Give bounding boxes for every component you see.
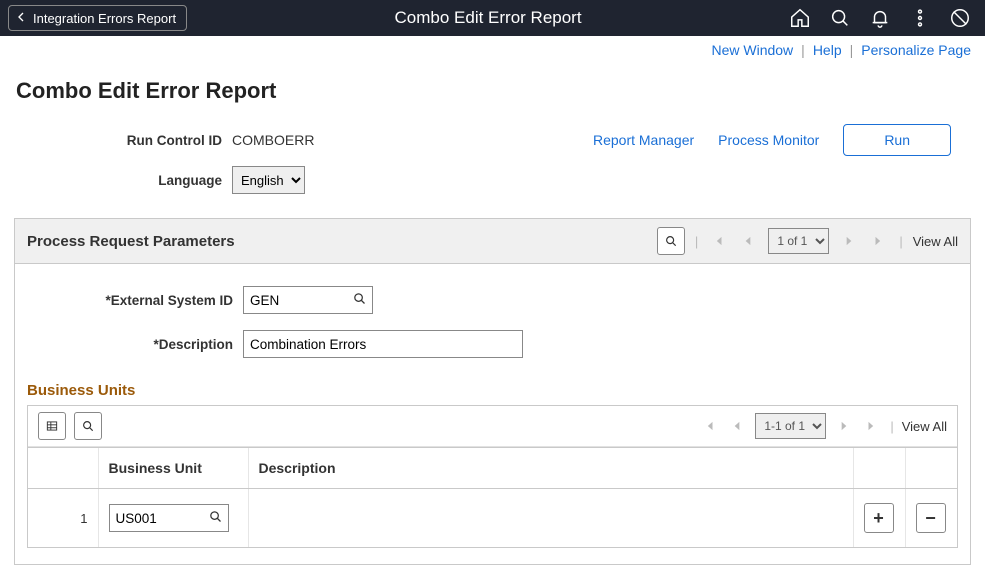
desc-row: *Description (15, 322, 970, 366)
run-control-label: Run Control ID (16, 133, 232, 148)
personalize-link[interactable]: Personalize Page (861, 42, 971, 58)
grid-view-all[interactable]: View All (902, 419, 947, 434)
table-row: 1 + − (28, 489, 957, 548)
grid-pager[interactable]: 1-1 of 1 (755, 413, 826, 439)
process-monitor-link[interactable]: Process Monitor (718, 132, 819, 148)
run-control-value: COMBOERR (232, 132, 314, 148)
grid-next-icon (834, 416, 854, 436)
row-description (248, 489, 853, 548)
grid-first-icon (699, 416, 719, 436)
chevron-left-icon (13, 9, 29, 28)
desc-input[interactable] (243, 330, 523, 358)
language-label: Language (16, 173, 232, 188)
section-header: Process Request Parameters | 1 of 1 | Vi… (15, 219, 970, 264)
language-select[interactable]: English (232, 166, 305, 194)
actions-icon[interactable] (909, 7, 931, 29)
page-heading: Combo Edit Error Report (0, 58, 985, 122)
grid-find-icon[interactable] (74, 412, 102, 440)
divider: | (801, 42, 805, 58)
help-link[interactable]: Help (813, 42, 842, 58)
desc-label: *Description (27, 337, 243, 352)
grid-prev-icon (727, 416, 747, 436)
bell-icon[interactable] (869, 7, 891, 29)
view-all-link[interactable]: View All (913, 234, 958, 249)
grid-toolbar: 1-1 of 1 | View All (28, 406, 957, 447)
process-request-section: Process Request Parameters | 1 of 1 | Vi… (14, 218, 971, 565)
col-business-unit: Business Unit (98, 448, 248, 489)
run-right: Report Manager Process Monitor Run (593, 124, 969, 156)
back-label: Integration Errors Report (33, 11, 176, 26)
topbar-icons (789, 7, 977, 29)
grid-last-icon (862, 416, 882, 436)
col-description: Description (248, 448, 853, 489)
next-icon (839, 231, 859, 251)
run-button[interactable]: Run (843, 124, 951, 156)
row-number: 1 (28, 489, 98, 548)
find-button[interactable] (657, 227, 685, 255)
business-units-grid: 1-1 of 1 | View All Business Unit Descri… (27, 405, 958, 548)
page-title-bar: Combo Edit Error Report (195, 8, 781, 28)
section-pager[interactable]: 1 of 1 (768, 228, 829, 254)
grid-settings-icon[interactable] (38, 412, 66, 440)
run-control-row: Run Control ID COMBOERR Report Manager P… (0, 122, 985, 158)
topbar: Integration Errors Report Combo Edit Err… (0, 0, 985, 36)
navbar-icon[interactable] (949, 7, 971, 29)
add-row-button[interactable]: + (864, 503, 894, 533)
report-manager-link[interactable]: Report Manager (593, 132, 694, 148)
section-title: Process Request Parameters (27, 233, 647, 250)
new-window-link[interactable]: New Window (711, 42, 793, 58)
prev-icon (738, 231, 758, 251)
lookup-icon[interactable] (352, 291, 367, 309)
last-icon (869, 231, 889, 251)
search-icon[interactable] (829, 7, 851, 29)
delete-row-button[interactable]: − (916, 503, 946, 533)
first-icon (708, 231, 728, 251)
business-units-heading: Business Units (15, 366, 970, 405)
language-row: Language English (0, 164, 985, 196)
section-nav: | 1 of 1 | View All (657, 227, 958, 255)
ext-sys-row: *External System ID (15, 278, 970, 322)
ext-sys-label: *External System ID (27, 293, 243, 308)
divider: | (850, 42, 854, 58)
home-icon[interactable] (789, 7, 811, 29)
back-button[interactable]: Integration Errors Report (8, 5, 187, 31)
lookup-icon[interactable] (208, 509, 223, 527)
page-links: New Window | Help | Personalize Page (0, 36, 985, 58)
